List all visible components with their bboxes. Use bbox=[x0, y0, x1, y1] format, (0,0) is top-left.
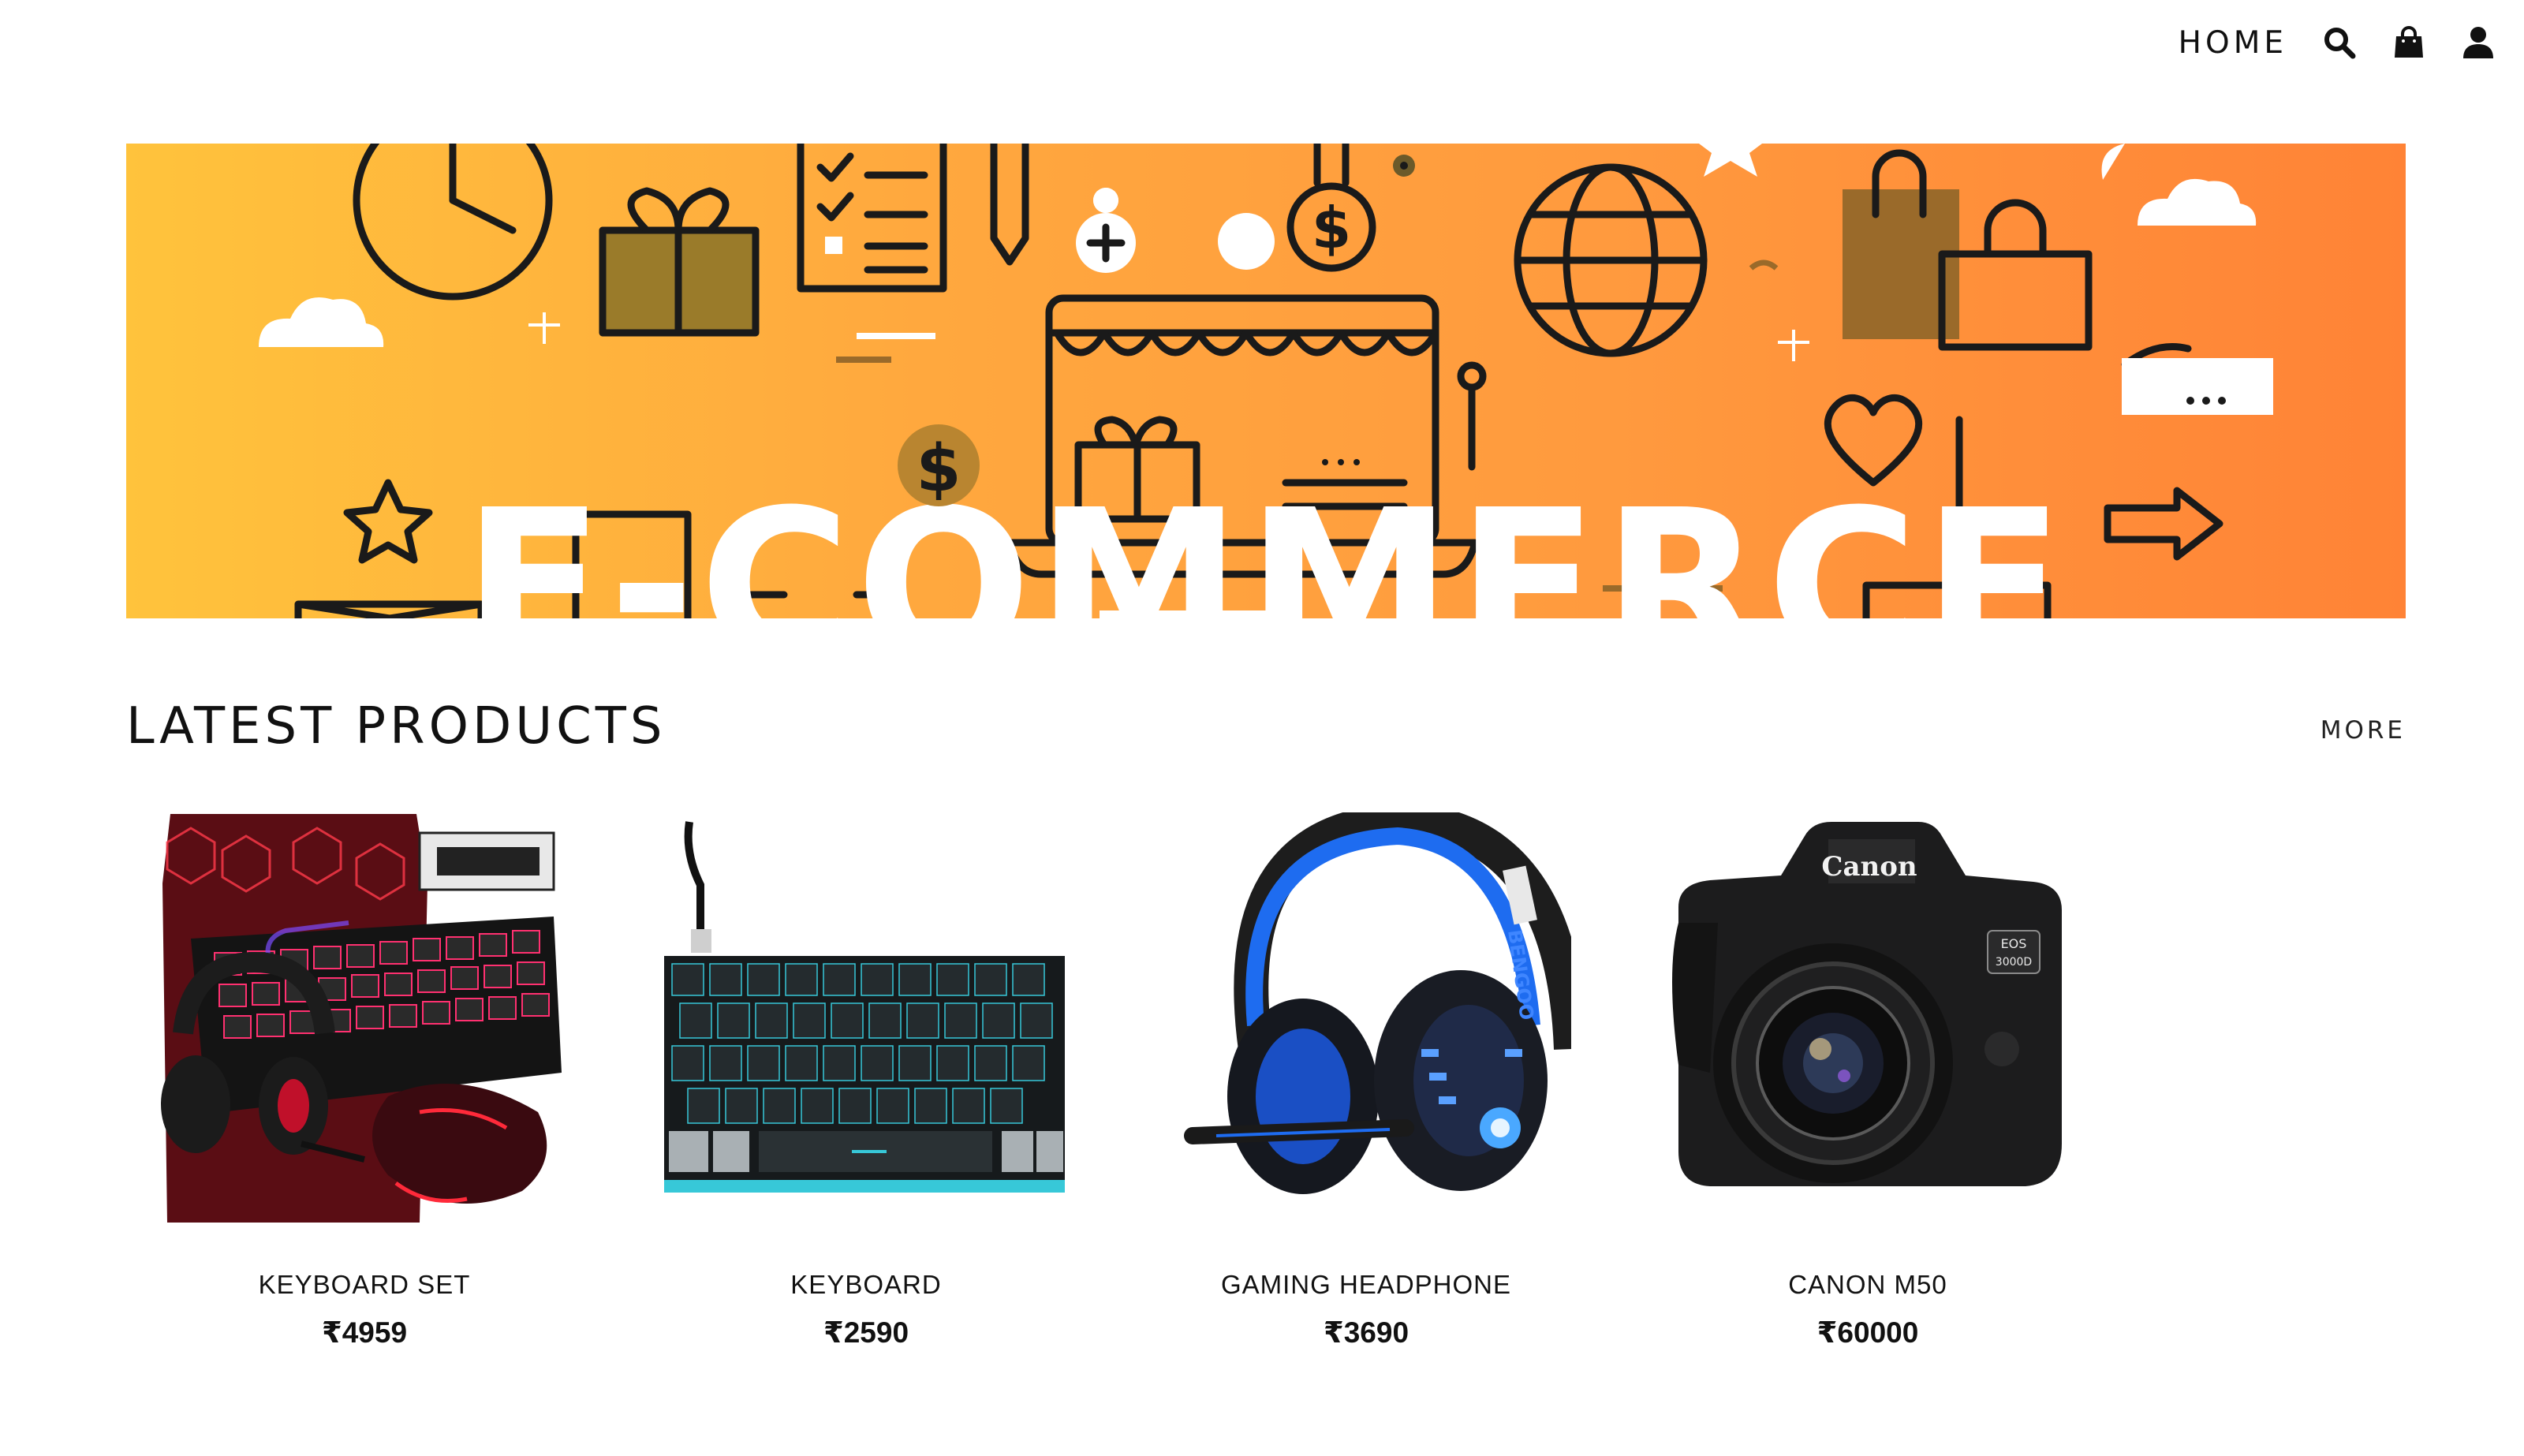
product-name[interactable]: CANON M50 bbox=[1663, 1270, 2073, 1300]
top-navigation: HOME bbox=[2179, 19, 2496, 66]
product-price: ₹4959 bbox=[321, 1316, 408, 1349]
product-card[interactable]: KEYBOARD ₹2590 bbox=[661, 812, 1071, 1350]
product-price: ₹2590 bbox=[823, 1316, 909, 1349]
product-list: KEYBOARD SET ₹4959 KEYBOARD ₹2590 BENGOO… bbox=[0, 802, 2524, 1365]
more-link[interactable]: MORE bbox=[2321, 716, 2406, 745]
keyboard-image[interactable] bbox=[661, 812, 1071, 1223]
svg-text:EOS: EOS bbox=[2001, 936, 2027, 951]
shopping-bag-icon[interactable] bbox=[2391, 25, 2426, 60]
user-icon[interactable] bbox=[2461, 25, 2496, 60]
keyboard-set-image[interactable] bbox=[159, 812, 569, 1223]
product-card[interactable]: Canon EOS 3000D CANON M50 ₹60000 bbox=[1663, 812, 2073, 1350]
product-card[interactable]: KEYBOARD SET ₹4959 bbox=[159, 812, 569, 1350]
product-name[interactable]: KEYBOARD SET bbox=[159, 1270, 569, 1300]
canon-camera-image[interactable]: Canon EOS 3000D bbox=[1663, 812, 2073, 1223]
product-card[interactable]: BENGOO GAMING HEADPHONE ₹3690 bbox=[1161, 802, 1589, 1350]
svg-text:Canon: Canon bbox=[1821, 851, 1917, 883]
search-icon[interactable] bbox=[2322, 25, 2357, 60]
product-price: ₹3690 bbox=[1323, 1316, 1409, 1349]
banner-headline: E-COMMERCE bbox=[462, 465, 2070, 619]
svg-text:$: $ bbox=[1312, 195, 1351, 261]
product-name[interactable]: GAMING HEADPHONE bbox=[1161, 1270, 1571, 1300]
product-name[interactable]: KEYBOARD bbox=[661, 1270, 1071, 1300]
gaming-headphone-image[interactable]: BENGOO bbox=[1161, 802, 1589, 1223]
nav-home-link[interactable]: HOME bbox=[2179, 25, 2287, 61]
hero-banner: $ E-COMMERCE $ bbox=[126, 144, 2406, 618]
product-price: ₹60000 bbox=[1816, 1316, 1919, 1349]
svg-text:3000D: 3000D bbox=[1996, 956, 2032, 969]
latest-products-heading: LATEST PRODUCTS bbox=[126, 697, 666, 756]
